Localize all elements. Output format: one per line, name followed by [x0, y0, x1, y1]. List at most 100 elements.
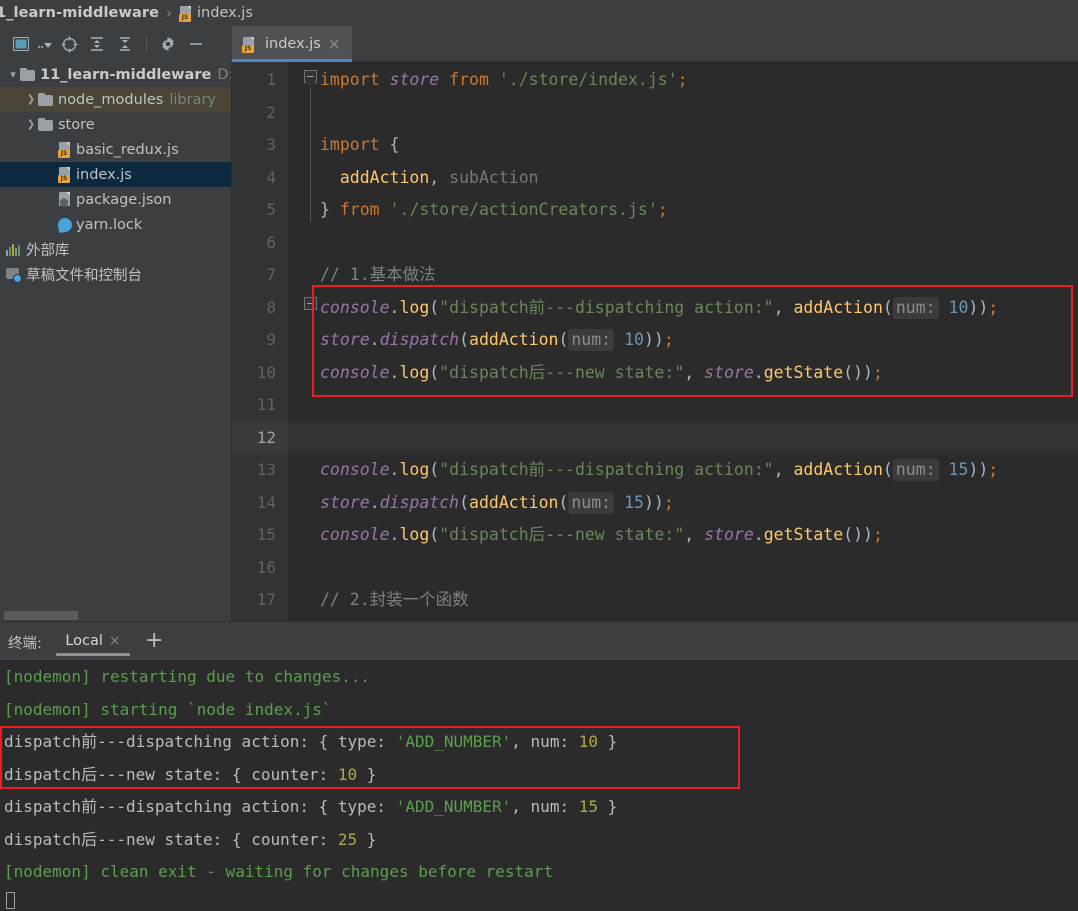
tree-item-2[interactable]: ❯ store: [0, 112, 232, 137]
code-line-text: import {: [288, 135, 399, 154]
terminal-output[interactable]: [nodemon] restarting due to changes... [n…: [0, 660, 1078, 911]
breadcrumb-file[interactable]: index.js: [197, 5, 253, 21]
code-token: dispatch: [379, 330, 460, 349]
code-token: ;: [988, 460, 999, 479]
code-token: store: [704, 525, 754, 544]
terminal-segment: 'ADD_NUMBER': [395, 797, 512, 816]
tree-item-7[interactable]: 外部库: [0, 237, 232, 262]
breadcrumb: 1_learn-middleware › JS index.js: [0, 0, 1078, 26]
code-line-12[interactable]: [288, 422, 1078, 455]
code-token: // 2.封装一个函数: [320, 590, 469, 609]
code-token: (: [882, 460, 893, 479]
code-line-13[interactable]: console.log("dispatch前---dispatching act…: [288, 454, 1078, 487]
code-line-7[interactable]: // 1.基本做法: [288, 259, 1078, 292]
code-token: console: [320, 525, 390, 544]
code-token: ;: [873, 362, 883, 382]
terminal-segment: 25: [337, 829, 358, 849]
code-token: ,: [773, 297, 794, 317]
line-number-17: 17: [256, 590, 276, 609]
chevron-right-icon[interactable]: ❯: [24, 94, 38, 105]
code-line-15[interactable]: console.log("dispatch后---new state:", st…: [288, 519, 1078, 552]
tree-item-label: node_modules: [58, 91, 164, 108]
code-line-16[interactable]: [288, 552, 1078, 585]
code-token: addAction: [793, 460, 883, 479]
tree-item-4[interactable]: JS index.js: [0, 162, 232, 187]
breadcrumb-project[interactable]: 1_learn-middleware: [0, 5, 159, 21]
scroll-from-source-icon[interactable]: [56, 31, 82, 57]
code-token: 10: [624, 330, 644, 349]
expand-all-icon[interactable]: [84, 31, 110, 57]
code-line-14[interactable]: store.dispatch(addAction(num: 15));: [288, 487, 1078, 520]
code-token: num:: [892, 459, 939, 481]
tree-item-5[interactable]: package.json: [0, 187, 232, 212]
code-token: ;: [663, 330, 674, 349]
code-line-4[interactable]: addAction, subAction: [288, 162, 1078, 195]
line-number-gutter: 1 2 3 4 5 6 7 8 9 10 11 12 13 14 15 16 17: [232, 62, 288, 622]
code-token: './store/index.js': [498, 70, 678, 89]
code-line-text: } from './store/actionCreators.js';: [288, 200, 668, 219]
scratches-console-icon: [6, 267, 22, 283]
tree-item-8[interactable]: 草稿文件和控制台: [0, 262, 232, 287]
add-terminal-icon[interactable]: +: [145, 630, 163, 652]
code-token: 15: [948, 460, 969, 479]
tree-item-0[interactable]: ▾ 11_learn-middleware D:: [0, 62, 232, 87]
code-content[interactable]: import store from './store/index.js'; imp…: [288, 62, 1078, 622]
code-token: log: [399, 460, 430, 479]
code-line-10[interactable]: console.log("dispatch后---new state:", st…: [288, 357, 1078, 390]
code-line-17[interactable]: // 2.封装一个函数: [288, 584, 1078, 617]
code-line-1[interactable]: import store from './store/index.js';: [288, 64, 1078, 97]
tree-horizontal-scrollbar[interactable]: [0, 608, 232, 622]
collapse-all-icon[interactable]: [112, 31, 138, 57]
code-line-6[interactable]: [288, 227, 1078, 260]
code-token: {: [389, 135, 400, 154]
code-line-9[interactable]: store.dispatch(addAction(num: 10));: [288, 324, 1078, 357]
code-line-2[interactable]: [288, 97, 1078, 130]
project-tree: ▾ 11_learn-middleware D: ❯ node_modules libra…: [0, 62, 232, 605]
code-token: getState: [763, 362, 844, 382]
code-line-3[interactable]: import {: [288, 129, 1078, 162]
chevron-right-icon[interactable]: ❯: [24, 119, 38, 130]
dropdown-arrow-icon[interactable]: [36, 31, 54, 57]
js-file-icon: JS: [58, 142, 72, 158]
tree-item-6[interactable]: yarn.lock: [0, 212, 232, 237]
code-token: dispatch: [379, 492, 460, 512]
code-line-text: store.dispatch(addAction(num: 10));: [288, 329, 674, 351]
code-token: .: [389, 460, 400, 479]
tree-item-3[interactable]: JS basic_redux.js: [0, 137, 232, 162]
code-token: .: [369, 330, 380, 349]
breadcrumb-separator: ›: [166, 4, 173, 22]
close-icon[interactable]: ×: [328, 35, 341, 53]
code-token: store: [320, 492, 370, 512]
code-line-11[interactable]: [288, 389, 1078, 422]
terminal-segment: 15: [578, 797, 598, 816]
tree-item-label: package.json: [76, 191, 172, 208]
terminal-line-4: dispatch前---dispatching action: { type: …: [4, 791, 617, 824]
code-token: 10: [948, 297, 969, 317]
settings-gear-icon[interactable]: [155, 31, 181, 57]
tab-index-js[interactable]: JS index.js ×: [232, 26, 352, 62]
code-token: addAction: [793, 297, 883, 317]
terminal-tab-local[interactable]: Local ×: [52, 622, 134, 660]
line-number-8: 8: [266, 297, 276, 317]
yarn-lock-icon: [56, 216, 74, 233]
terminal-line-1: [nodemon] starting `node index.js`: [4, 694, 332, 727]
chevron-down-icon[interactable]: ▾: [6, 68, 20, 81]
code-line-8[interactable]: console.log("dispatch前---dispatching act…: [288, 292, 1078, 325]
hide-panel-icon[interactable]: [183, 31, 209, 57]
code-line-text: store.dispatch(addAction(num: 15));: [288, 491, 674, 514]
scrollbar-thumb[interactable]: [4, 611, 78, 620]
code-line-text: console.log("dispatch前---dispatching act…: [288, 459, 999, 481]
close-icon[interactable]: ×: [109, 633, 121, 649]
line-number-10: 10: [256, 362, 276, 382]
select-opened-file-icon[interactable]: [8, 31, 34, 57]
code-line-text: console.log("dispatch后---new state:", st…: [288, 525, 883, 544]
tree-item-1[interactable]: ❯ node_modules library: [0, 87, 232, 112]
code-editor[interactable]: 1 2 3 4 5 6 7 8 9 10 11 12 13 14 15 16 17 import store f…: [232, 62, 1078, 622]
terminal-segment: dispatch后---new state: { counter:: [4, 829, 338, 849]
folder-icon: [20, 67, 35, 81]
terminal-line-6: [nodemon] clean exit - waiting for chang…: [4, 856, 553, 889]
code-line-5[interactable]: } from './store/actionCreators.js';: [288, 194, 1078, 227]
